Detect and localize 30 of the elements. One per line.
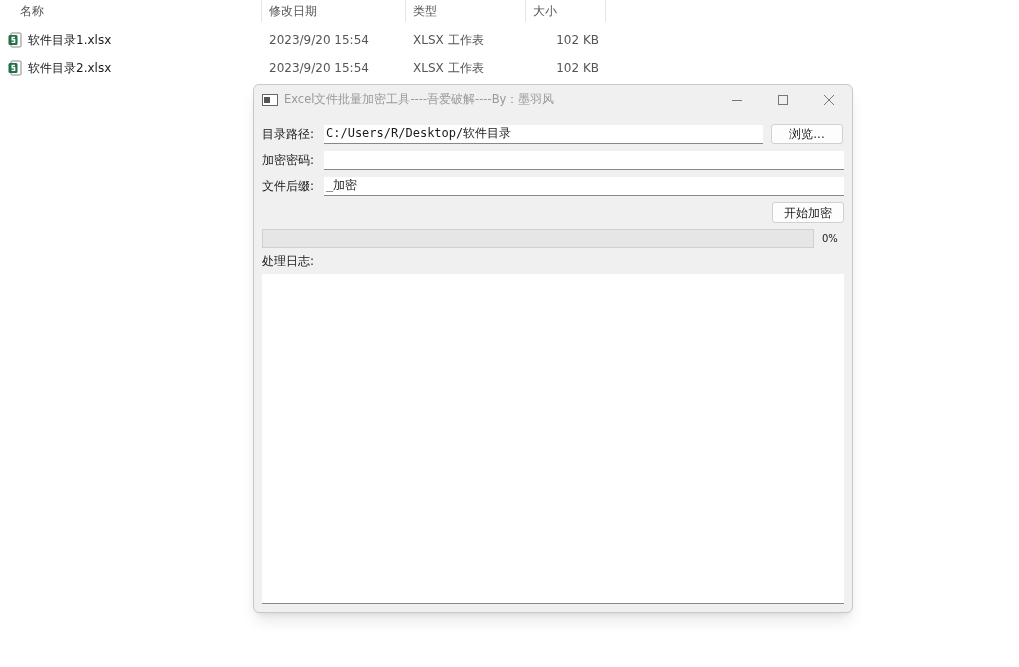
app-icon [262, 94, 278, 106]
file-size: 102 KB [556, 32, 599, 49]
column-header[interactable]: 名称 [20, 2, 44, 20]
field-label: 目录路径: [262, 126, 316, 143]
file-type: XLSX 工作表 [413, 61, 484, 75]
log-area[interactable] [262, 274, 844, 604]
maximize-icon [778, 95, 788, 105]
progress-reading: 0% [822, 232, 838, 246]
field-label: 加密密码: [262, 152, 316, 169]
file-type: XLSX 工作表 [413, 33, 484, 47]
file-name[interactable]: 软件目录1.xlsx [28, 31, 112, 49]
text-field[interactable]: _加密 [324, 176, 844, 196]
log-label: 处理日志: [262, 253, 316, 270]
spreadsheet-file-icon [8, 60, 22, 76]
modified-date: 2023/9/20 15:54 [269, 61, 369, 75]
browse-button[interactable]: 浏览... [771, 124, 843, 144]
column-header[interactable]: 类型 [413, 2, 437, 20]
start-encrypt-button[interactable]: 开始加密 [772, 202, 844, 223]
modified-date: 2023/9/20 15:54 [269, 33, 369, 47]
text-field[interactable]: C:/Users/R/Desktop/软件目录 [324, 124, 763, 144]
file-name[interactable]: 软件目录2.xlsx [28, 59, 112, 77]
minimize-icon [732, 99, 742, 101]
column-header[interactable]: 修改日期 [269, 2, 317, 20]
text-field[interactable] [324, 150, 844, 170]
column-header[interactable]: 大小 [533, 2, 557, 20]
file-size: 102 KB [556, 60, 599, 77]
close-icon [824, 95, 834, 105]
spreadsheet-file-icon [8, 32, 22, 48]
field-label: 文件后缀: [262, 178, 316, 195]
window-title: Excel文件批量加密工具----吾爱破解----By：墨羽风 [284, 91, 555, 109]
